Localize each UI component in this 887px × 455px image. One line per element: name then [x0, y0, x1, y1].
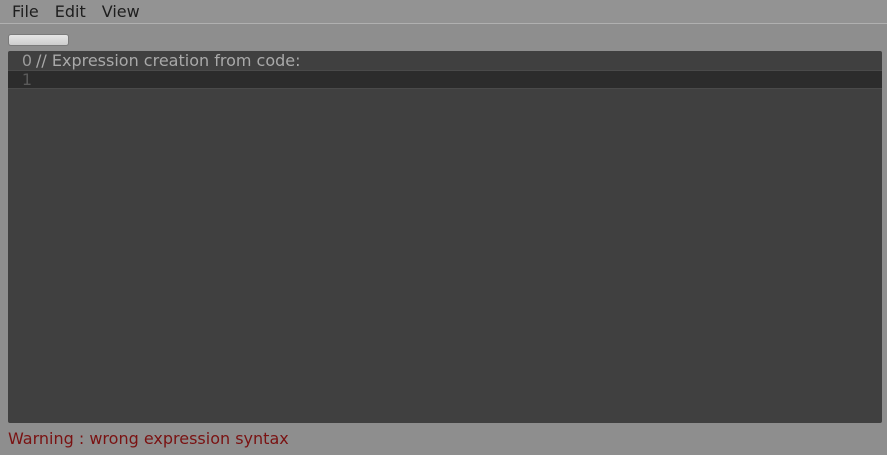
line-number: 1: [21, 70, 32, 89]
code-line-current[interactable]: 1: [8, 70, 882, 89]
code-line-text: // Expression creation from code:: [36, 51, 301, 70]
menu-edit[interactable]: Edit: [47, 0, 94, 24]
menu-view[interactable]: View: [94, 0, 148, 24]
status-warning-message: Warning : wrong expression syntax: [8, 429, 289, 448]
menu-bar: File Edit View: [0, 0, 887, 24]
toolbar-button[interactable]: [8, 34, 69, 46]
code-line: 0 // Expression creation from code:: [8, 51, 882, 70]
line-number: 0: [21, 51, 32, 70]
menu-file[interactable]: File: [4, 0, 47, 24]
code-editor[interactable]: 0 // Expression creation from code: 1: [8, 51, 882, 423]
